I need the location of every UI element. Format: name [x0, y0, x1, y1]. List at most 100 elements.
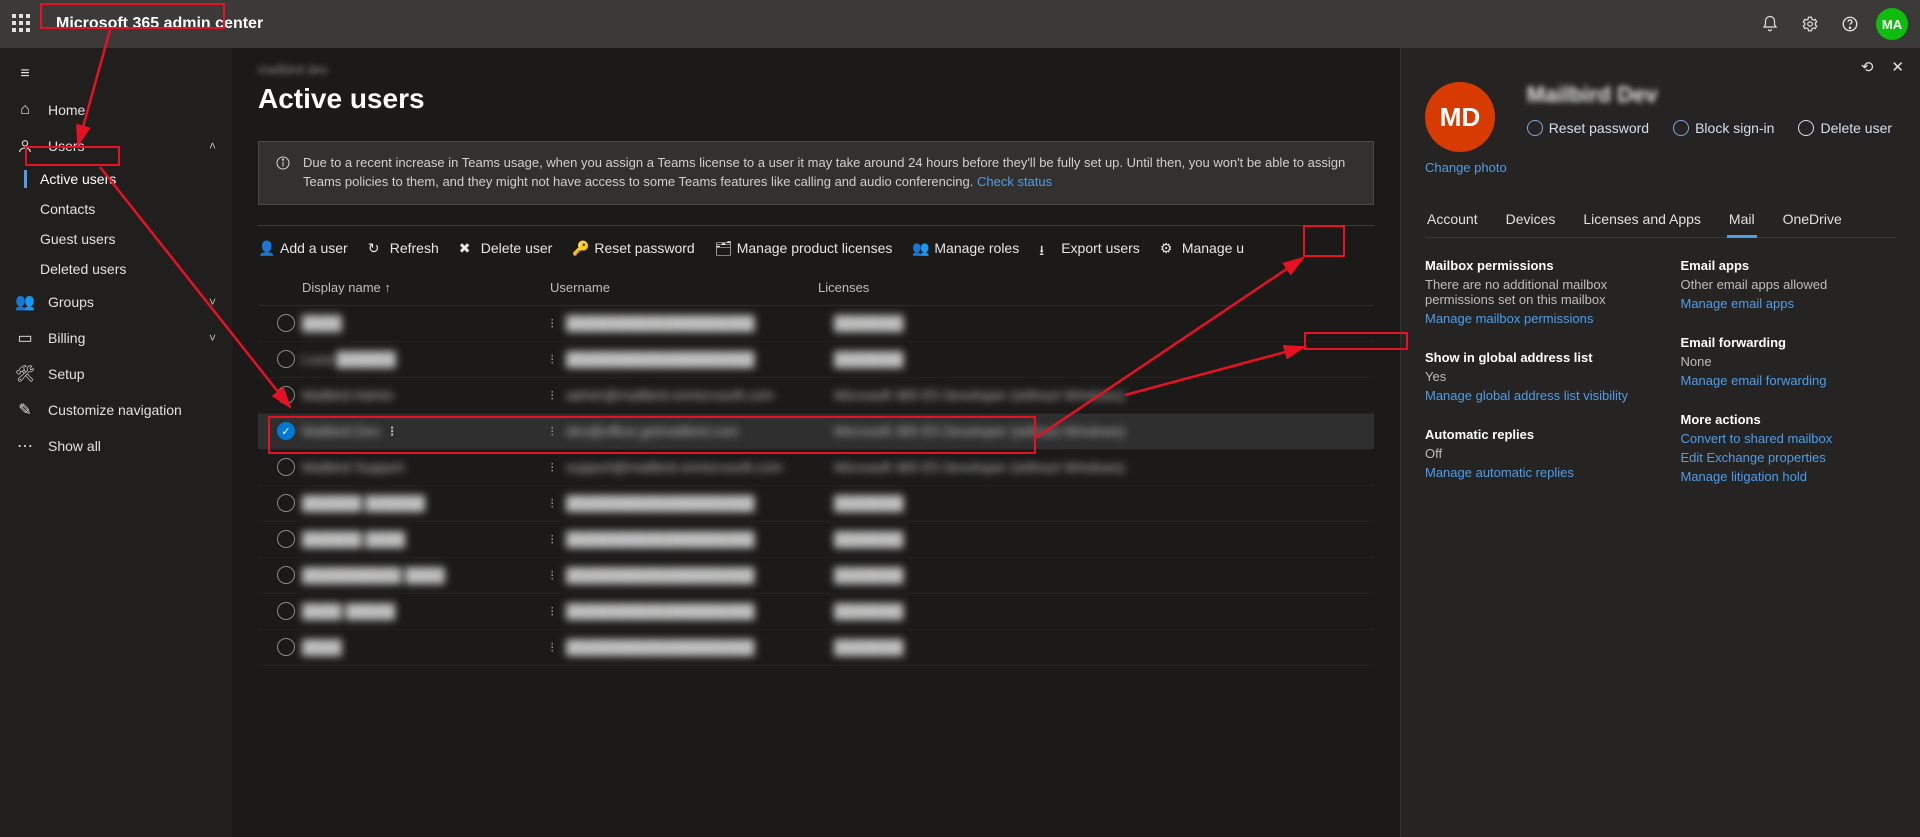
nav-billing[interactable]: ▭Billing˅	[0, 320, 232, 356]
reset-password-action[interactable]: Reset password	[1527, 120, 1649, 136]
nav-users-label: Users	[48, 138, 85, 154]
block-signin-action[interactable]: Block sign-in	[1673, 120, 1774, 136]
row-name: ████	[302, 315, 342, 331]
row-checkbox[interactable]	[270, 314, 302, 332]
nav-deleted-users[interactable]: Deleted users	[0, 254, 232, 284]
settings-gear-icon[interactable]	[1790, 4, 1830, 44]
nav-active-users-label: Active users	[40, 171, 116, 187]
row-more-icon[interactable]: ⁝	[550, 531, 566, 548]
section-link[interactable]: Manage email forwarding	[1681, 373, 1897, 388]
manage-licenses-label: Manage product licenses	[737, 240, 893, 256]
row-checkbox[interactable]	[270, 602, 302, 620]
col-username[interactable]: Username	[550, 280, 818, 295]
license-icon: 🗂	[715, 240, 731, 256]
nav-contacts[interactable]: Contacts	[0, 194, 232, 224]
row-username: ███████████████████	[566, 495, 754, 511]
section-title: More actions	[1681, 412, 1897, 427]
table-row[interactable]: ██████ ████⁝██████████████████████████	[258, 522, 1374, 558]
panel-close-icon[interactable]: ✕	[1891, 58, 1904, 76]
table-row[interactable]: ██████ ██████⁝██████████████████████████	[258, 486, 1374, 522]
table-row[interactable]: ████⁝██████████████████████████	[258, 306, 1374, 342]
row-more-icon[interactable]: ⁝	[550, 387, 566, 404]
row-checkbox[interactable]	[270, 458, 302, 476]
change-photo-link[interactable]: Change photo	[1425, 160, 1507, 175]
refresh-label: Refresh	[390, 240, 439, 256]
table-row[interactable]: ██████████ ████⁝████████████████████████…	[258, 558, 1374, 594]
section-link[interactable]: Manage global address list visibility	[1425, 388, 1641, 403]
refresh-button[interactable]: ↻Refresh	[368, 240, 439, 256]
col-licenses[interactable]: Licenses	[818, 280, 1374, 295]
reset-password-button[interactable]: 🔑Reset password	[572, 240, 694, 256]
section-link[interactable]: Manage email apps	[1681, 296, 1897, 311]
row-checkbox[interactable]	[270, 386, 302, 404]
manage-roles-label: Manage roles	[934, 240, 1019, 256]
table-row[interactable]: Mailbird Admin⁝admin@mailbird.onmicrosof…	[258, 378, 1374, 414]
tab-account[interactable]: Account	[1425, 203, 1480, 237]
user-icon	[16, 138, 34, 154]
nav-home[interactable]: ⌂Home	[0, 92, 232, 128]
table-row[interactable]: ✓Mailbird Dev⁝⁝dev@office.getmailbird.co…	[258, 414, 1374, 450]
panel-popout-icon[interactable]: ⟲	[1861, 58, 1874, 76]
section-value: Yes	[1425, 369, 1641, 384]
nav-customize[interactable]: ✎Customize navigation	[0, 392, 232, 428]
billing-icon: ▭	[16, 328, 34, 348]
row-licenses: ███████	[834, 567, 903, 583]
row-username: admin@mailbird.onmicrosoft.com	[566, 387, 774, 403]
account-avatar[interactable]: MA	[1876, 8, 1908, 40]
help-icon[interactable]	[1830, 4, 1870, 44]
row-more-icon[interactable]: ⁝	[550, 495, 566, 512]
row-checkbox[interactable]	[270, 530, 302, 548]
manage-roles-button[interactable]: 👥Manage roles	[912, 240, 1019, 256]
section-link[interactable]: Manage mailbox permissions	[1425, 311, 1641, 326]
tab-mail[interactable]: Mail	[1727, 203, 1757, 237]
table-row[interactable]: ████⁝██████████████████████████	[258, 630, 1374, 666]
delete-user-button[interactable]: ✖Delete user	[459, 240, 553, 256]
table-row[interactable]: Luca ██████⁝██████████████████████████	[258, 342, 1374, 378]
section-link[interactable]: Edit Exchange properties	[1681, 450, 1897, 465]
section-link[interactable]: Manage automatic replies	[1425, 465, 1641, 480]
row-checkbox[interactable]	[270, 638, 302, 656]
row-more-icon[interactable]: ⁝	[390, 423, 395, 440]
row-more-icon[interactable]: ⁝	[550, 423, 566, 440]
table-row[interactable]: ████ █████⁝██████████████████████████	[258, 594, 1374, 630]
manage-licenses-button[interactable]: 🗂 Manage product licenses	[715, 240, 893, 256]
section-link[interactable]: Convert to shared mailbox	[1681, 431, 1897, 446]
sidebar: ≡ ⌂Home Users ˄ Active users Contacts Gu…	[0, 48, 232, 837]
row-checkbox[interactable]	[270, 566, 302, 584]
manage-username-button[interactable]: ⚙Manage u	[1160, 240, 1244, 256]
delete-user-action[interactable]: Delete user	[1798, 120, 1892, 136]
tab-licenses-and-apps[interactable]: Licenses and Apps	[1581, 203, 1703, 237]
export-users-button[interactable]: ⭳Export users	[1039, 240, 1140, 256]
row-more-icon[interactable]: ⁝	[550, 567, 566, 584]
col-display-name[interactable]: Display name ↑	[302, 280, 550, 295]
row-more-icon[interactable]: ⁝	[550, 315, 566, 332]
row-name: ██████████ ████	[302, 567, 445, 583]
nav-active-users[interactable]: Active users	[0, 164, 232, 194]
notifications-icon[interactable]	[1750, 4, 1790, 44]
section-value: Other email apps allowed	[1681, 277, 1897, 292]
tab-devices[interactable]: Devices	[1504, 203, 1558, 237]
nav-setup[interactable]: 🛠Setup	[0, 356, 232, 392]
tab-onedrive[interactable]: OneDrive	[1781, 203, 1844, 237]
nav-guest-users[interactable]: Guest users	[0, 224, 232, 254]
row-more-icon[interactable]: ⁝	[550, 459, 566, 476]
app-launcher-icon[interactable]	[12, 14, 32, 34]
section-link[interactable]: Manage litigation hold	[1681, 469, 1897, 484]
info-banner-message: Due to a recent increase in Teams usage,…	[303, 155, 1345, 189]
row-checkbox[interactable]	[270, 350, 302, 368]
add-user-button[interactable]: 👤Add a user	[258, 240, 348, 256]
nav-hamburger[interactable]: ≡	[0, 56, 232, 92]
row-more-icon[interactable]: ⁝	[550, 351, 566, 368]
row-more-icon[interactable]: ⁝	[550, 639, 566, 656]
table-row[interactable]: Mailbird Support⁝support@mailbird.onmicr…	[258, 450, 1374, 486]
block-icon	[1673, 120, 1689, 136]
nav-users[interactable]: Users ˄	[0, 128, 232, 164]
nav-guest-users-label: Guest users	[40, 231, 115, 247]
nav-show-all[interactable]: ⋯Show all	[0, 428, 232, 464]
row-checkbox[interactable]: ✓	[270, 422, 302, 440]
row-checkbox[interactable]	[270, 494, 302, 512]
row-more-icon[interactable]: ⁝	[550, 603, 566, 620]
reset-password-label: Reset password	[594, 240, 694, 256]
check-status-link[interactable]: Check status	[977, 174, 1052, 189]
nav-groups[interactable]: 👥Groups˅	[0, 284, 232, 320]
